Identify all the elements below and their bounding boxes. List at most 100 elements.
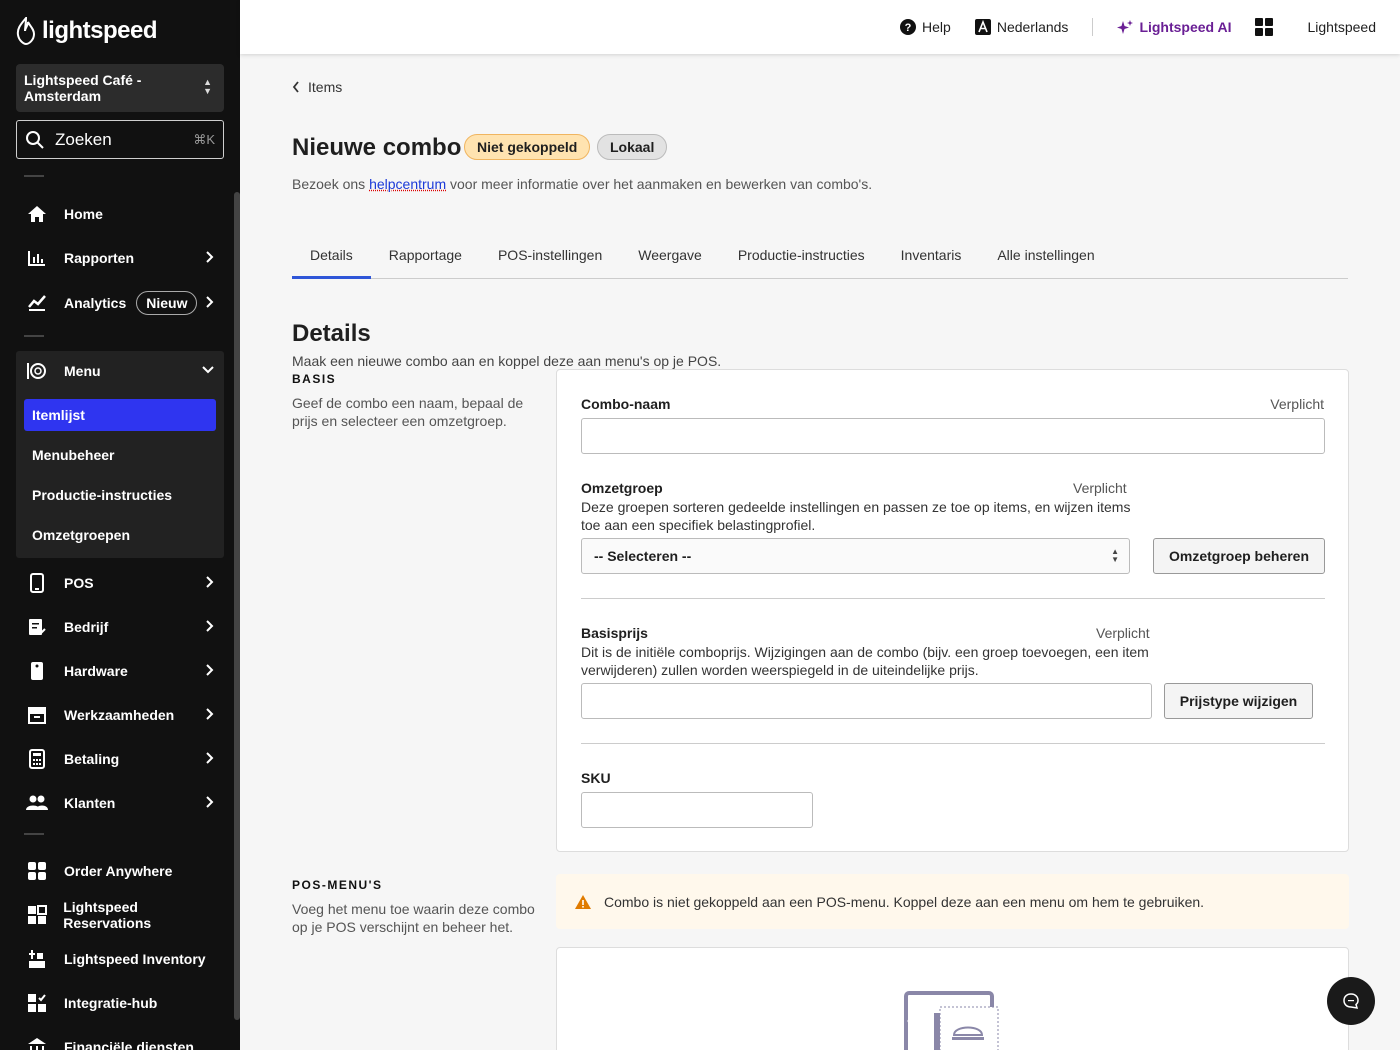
base-price-help: Dit is de initiële comboprijs. Wijziging… <box>581 643 1156 679</box>
chevron-right-icon <box>206 752 214 764</box>
sidebar-item-home[interactable]: Home <box>16 194 224 234</box>
sidebar-item-payment[interactable]: Betaling <box>16 739 224 779</box>
base-price-input[interactable] <box>581 683 1152 719</box>
sidebar-item-pos[interactable]: POS <box>16 563 224 603</box>
sidebar-item-hardware[interactable]: Hardware <box>16 651 224 691</box>
sidebar: lightspeed Lightspeed Café - Amsterdam ▲… <box>0 0 240 1050</box>
bank-icon <box>26 1037 48 1050</box>
sidebar-item-label: Rapporten <box>64 250 134 266</box>
sidebar-item-inventory[interactable]: Lightspeed Inventory <box>16 939 224 979</box>
sidebar-subitem-itemlist[interactable]: Itemlijst <box>24 399 216 431</box>
sidebar-item-customers[interactable]: Klanten <box>16 783 224 823</box>
chat-icon <box>1342 992 1360 1010</box>
sku-input[interactable] <box>581 792 813 828</box>
sidebar-item-label: Lightspeed Reservations <box>63 899 224 931</box>
help-button[interactable]: ? Help <box>900 19 951 35</box>
chevron-right-icon <box>206 796 214 808</box>
basis-section-desc: Geef de combo een naam, bepaal de prijs … <box>292 394 542 430</box>
chevron-right-icon <box>206 664 214 676</box>
revenue-group-required: Verplicht <box>1073 480 1127 496</box>
lightspeed-ai-label: Lightspeed AI <box>1139 19 1231 35</box>
combo-name-label: Combo-naam <box>581 396 670 412</box>
sparkle-icon <box>1117 19 1133 35</box>
warning-icon <box>574 894 592 910</box>
sidebar-item-label: Lightspeed Inventory <box>64 951 206 967</box>
tab-reporting[interactable]: Rapportage <box>371 240 480 279</box>
details-subheading: Maak een nieuwe combo aan en koppel deze… <box>292 353 721 369</box>
desc-before: Bezoek ons <box>292 176 369 192</box>
sidebar-item-analytics[interactable]: Analytics Nieuw <box>16 283 224 323</box>
tab-pos-settings[interactable]: POS-instellingen <box>480 240 620 279</box>
sidebar-item-operations[interactable]: Werkzaamheden <box>16 695 224 735</box>
dish-icon <box>26 361 48 381</box>
sidebar-item-order-anywhere[interactable]: Order Anywhere <box>16 851 224 891</box>
tab-production-instructions[interactable]: Productie-instructies <box>720 240 883 279</box>
location-switcher[interactable]: Lightspeed Café - Amsterdam ▲ ▼ <box>16 64 224 112</box>
combo-name-input[interactable] <box>581 418 1325 454</box>
search-icon <box>25 130 45 150</box>
manage-revenue-group-button[interactable]: Omzetgroep beheren <box>1153 538 1325 574</box>
sidebar-item-menu[interactable]: Menu <box>16 351 224 391</box>
home-icon <box>26 204 48 224</box>
topbar: ? Help Nederlands Lightspeed AI Lightspe… <box>240 0 1400 54</box>
chevron-right-icon <box>206 708 214 720</box>
revenue-group-select[interactable]: -- Selecteren -- ▲ ▼ <box>581 538 1130 574</box>
sidebar-divider <box>24 335 44 337</box>
sidebar-subitem-menu-management[interactable]: Menubeheer <box>24 439 216 471</box>
tab-details[interactable]: Details <box>292 240 371 279</box>
chevron-right-icon <box>206 251 214 263</box>
chevron-down-icon <box>202 366 214 374</box>
revenue-group-help: Deze groepen sorteren gedeelde instellin… <box>581 498 1131 534</box>
change-price-type-button[interactable]: Prijstype wijzigen <box>1164 683 1313 719</box>
tab-display[interactable]: Weergave <box>620 240 720 279</box>
language-button[interactable]: Nederlands <box>975 19 1069 35</box>
divider <box>581 743 1325 744</box>
updown-chevron-icon: ▲ ▼ <box>203 78 212 96</box>
breadcrumb[interactable]: Items <box>292 79 342 95</box>
logo-text: lightspeed <box>42 17 157 45</box>
helpcenter-link[interactable]: helpcentrum <box>369 176 446 192</box>
help-icon: ? <box>900 19 916 35</box>
lightspeed-ai-button[interactable]: Lightspeed AI <box>1117 19 1231 35</box>
base-price-required: Verplicht <box>1096 625 1150 641</box>
sidebar-subitem-production-instructions[interactable]: Productie-instructies <box>24 479 216 511</box>
sidebar-item-reservations[interactable]: Lightspeed Reservations <box>16 895 224 935</box>
divider <box>581 598 1325 599</box>
tab-inventory[interactable]: Inventaris <box>883 240 980 279</box>
apps-grid-icon <box>1255 18 1273 36</box>
sidebar-item-integrations[interactable]: Integratie-hub <box>16 983 224 1023</box>
help-label: Help <box>922 19 951 35</box>
breadcrumb-items: Items <box>308 79 342 95</box>
sidebar-item-label: Betaling <box>64 751 119 767</box>
svg-text:?: ? <box>905 22 912 34</box>
pos-menu-warning-text: Combo is niet gekoppeld aan een POS-menu… <box>604 894 1204 910</box>
tab-all-settings[interactable]: Alle instellingen <box>979 240 1112 279</box>
topbar-divider <box>1092 18 1093 36</box>
archive-icon <box>26 705 48 725</box>
sidebar-item-reports[interactable]: Rapporten <box>16 238 224 278</box>
account-menu[interactable]: Lightspeed <box>1307 19 1376 35</box>
location-name: Lightspeed Café - Amsterdam <box>24 72 141 104</box>
sidebar-item-financial[interactable]: Financiële diensten <box>16 1027 224 1050</box>
sidebar-item-label: Klanten <box>64 795 115 811</box>
sidebar-search[interactable]: Zoeken ⌘K <box>16 120 224 159</box>
pos-menus-section-label: POS-MENU'S <box>292 878 383 892</box>
revenue-group-value: -- Selecteren -- <box>594 548 691 564</box>
chat-support-button[interactable] <box>1327 977 1375 1025</box>
apps-grid-button[interactable] <box>1255 18 1273 36</box>
sidebar-menu-group: Menu Itemlijst Menubeheer Productie-inst… <box>16 351 224 558</box>
logo[interactable]: lightspeed <box>16 16 157 46</box>
sidebar-item-label: Hardware <box>64 663 128 679</box>
grid-app-icon <box>26 861 48 881</box>
sidebar-subitem-revenue-groups[interactable]: Omzetgroepen <box>24 519 216 551</box>
language-icon <box>975 19 991 35</box>
basis-card: Combo-naam Verplicht Omzetgroep Verplich… <box>556 369 1349 852</box>
lightspeed-flame-icon <box>16 17 36 45</box>
trend-icon <box>26 293 48 313</box>
sidebar-item-company[interactable]: Bedrijf <box>16 607 224 647</box>
account-label: Lightspeed <box>1307 19 1376 35</box>
chevron-left-icon <box>292 81 300 93</box>
sidebar-item-label: Menu <box>64 363 101 379</box>
new-badge: Nieuw <box>136 291 197 315</box>
tab-bar: Details Rapportage POS-instellingen Weer… <box>292 240 1348 279</box>
